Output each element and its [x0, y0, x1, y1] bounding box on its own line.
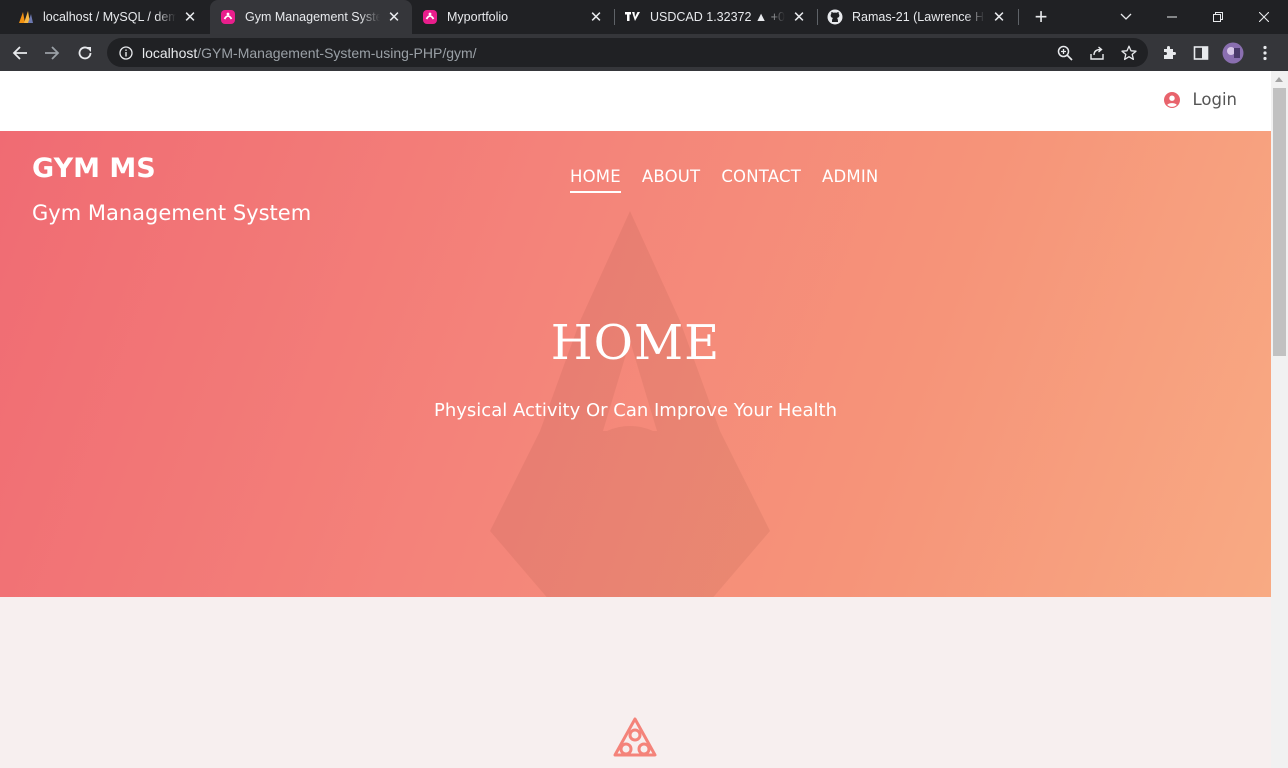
login-link[interactable]: Login: [1164, 90, 1237, 109]
main-nav: HOME ABOUT CONTACT ADMIN: [570, 167, 899, 193]
browser-menu-button[interactable]: [1251, 39, 1279, 67]
page-viewport: Login GYM MS Gym Management System HOME …: [0, 71, 1271, 768]
close-tab-icon[interactable]: ✕: [386, 9, 402, 26]
top-bar: Login: [0, 71, 1271, 131]
tab-myportfolio[interactable]: Myportfolio ✕: [412, 0, 614, 34]
close-tab-icon[interactable]: ✕: [588, 9, 604, 26]
brand-subtitle: Gym Management System: [32, 201, 312, 225]
gym-logo-icon: [613, 717, 657, 757]
tradingview-icon: [625, 9, 641, 25]
github-icon: [827, 9, 843, 25]
user-circle-icon: [1164, 91, 1181, 108]
close-tab-icon[interactable]: ✕: [991, 9, 1007, 26]
forward-arrow-icon: [45, 46, 60, 60]
close-window-button[interactable]: [1241, 0, 1287, 34]
close-tab-icon[interactable]: ✕: [182, 9, 198, 26]
new-tab-button[interactable]: +: [1029, 4, 1053, 29]
close-tab-icon[interactable]: ✕: [791, 9, 807, 26]
back-button[interactable]: [6, 39, 34, 67]
kebab-menu-icon: [1263, 45, 1267, 61]
tab-title: USDCAD 1.32372 ▲ +0.19: [650, 10, 785, 24]
tab-usdcad[interactable]: USDCAD 1.32372 ▲ +0.19 ✕: [615, 0, 817, 34]
side-panel-icon: [1193, 46, 1209, 60]
url-host: localhost: [142, 44, 198, 61]
puzzle-icon: [1164, 46, 1176, 59]
hero-banner: GYM MS Gym Management System HOME ABOUT …: [0, 131, 1271, 597]
content-section: [0, 597, 1271, 768]
hero-title: HOME: [550, 315, 721, 371]
scrollbar-thumb[interactable]: [1273, 88, 1286, 356]
extensions-button[interactable]: [1155, 39, 1183, 67]
tab-search-button[interactable]: [1103, 0, 1149, 34]
restore-icon: [1213, 12, 1223, 22]
tab-github[interactable]: Ramas-21 (Lawrence Hom ✕: [817, 0, 1017, 34]
url-path: /GYM-Management-System-using-PHP/gym/: [197, 44, 477, 61]
close-icon: [1259, 12, 1269, 22]
tab-gym-management[interactable]: Gym Management System ✕: [210, 0, 412, 34]
minimize-icon: [1167, 16, 1177, 18]
nav-admin[interactable]: ADMIN: [822, 167, 878, 193]
tab-title: Myportfolio: [447, 10, 509, 24]
yoga-site-icon: [422, 9, 438, 25]
tab-title: localhost / MySQL / demo: [43, 10, 176, 24]
tab-divider: [1018, 9, 1019, 25]
yoga-figure-background-image: [490, 211, 770, 597]
profile-avatar-button[interactable]: [1219, 39, 1247, 67]
side-panel-button[interactable]: [1187, 39, 1215, 67]
bookmark-star-icon[interactable]: [1120, 44, 1138, 62]
phpmyadmin-icon: [18, 9, 34, 25]
back-arrow-icon: [12, 46, 27, 60]
yoga-site-icon: [220, 9, 236, 25]
nav-home[interactable]: HOME: [570, 167, 621, 193]
restore-button[interactable]: [1195, 0, 1241, 34]
tab-phpmyadmin[interactable]: localhost / MySQL / demo ✕: [8, 0, 208, 34]
login-label: Login: [1192, 90, 1237, 109]
chevron-down-icon: [1120, 13, 1132, 20]
nav-about[interactable]: ABOUT: [642, 167, 700, 193]
forward-button[interactable]: [38, 39, 66, 67]
brand-title[interactable]: GYM MS: [32, 153, 156, 184]
share-icon[interactable]: [1088, 44, 1106, 62]
page-scrollbar[interactable]: [1271, 71, 1288, 768]
scroll-up-icon[interactable]: [1275, 77, 1283, 82]
browser-tab-strip: localhost / MySQL / demo ✕ Gym Managemen…: [0, 0, 1288, 34]
nav-contact[interactable]: CONTACT: [721, 167, 801, 193]
tab-title: Ramas-21 (Lawrence Hom: [852, 10, 985, 24]
avatar: [1222, 42, 1244, 64]
zoom-icon[interactable]: [1056, 44, 1074, 62]
tab-title: Gym Management System: [245, 10, 380, 24]
site-info-icon[interactable]: [118, 45, 134, 61]
browser-toolbar: localhost/GYM-Management-System-using-PH…: [0, 34, 1288, 71]
reload-icon: [78, 46, 92, 60]
url-text: localhost/GYM-Management-System-using-PH…: [142, 45, 477, 61]
hero-subtitle: Physical Activity Or Can Improve Your He…: [434, 400, 837, 421]
address-bar[interactable]: localhost/GYM-Management-System-using-PH…: [107, 38, 1148, 67]
minimize-button[interactable]: [1149, 0, 1195, 34]
reload-button[interactable]: [71, 39, 99, 67]
